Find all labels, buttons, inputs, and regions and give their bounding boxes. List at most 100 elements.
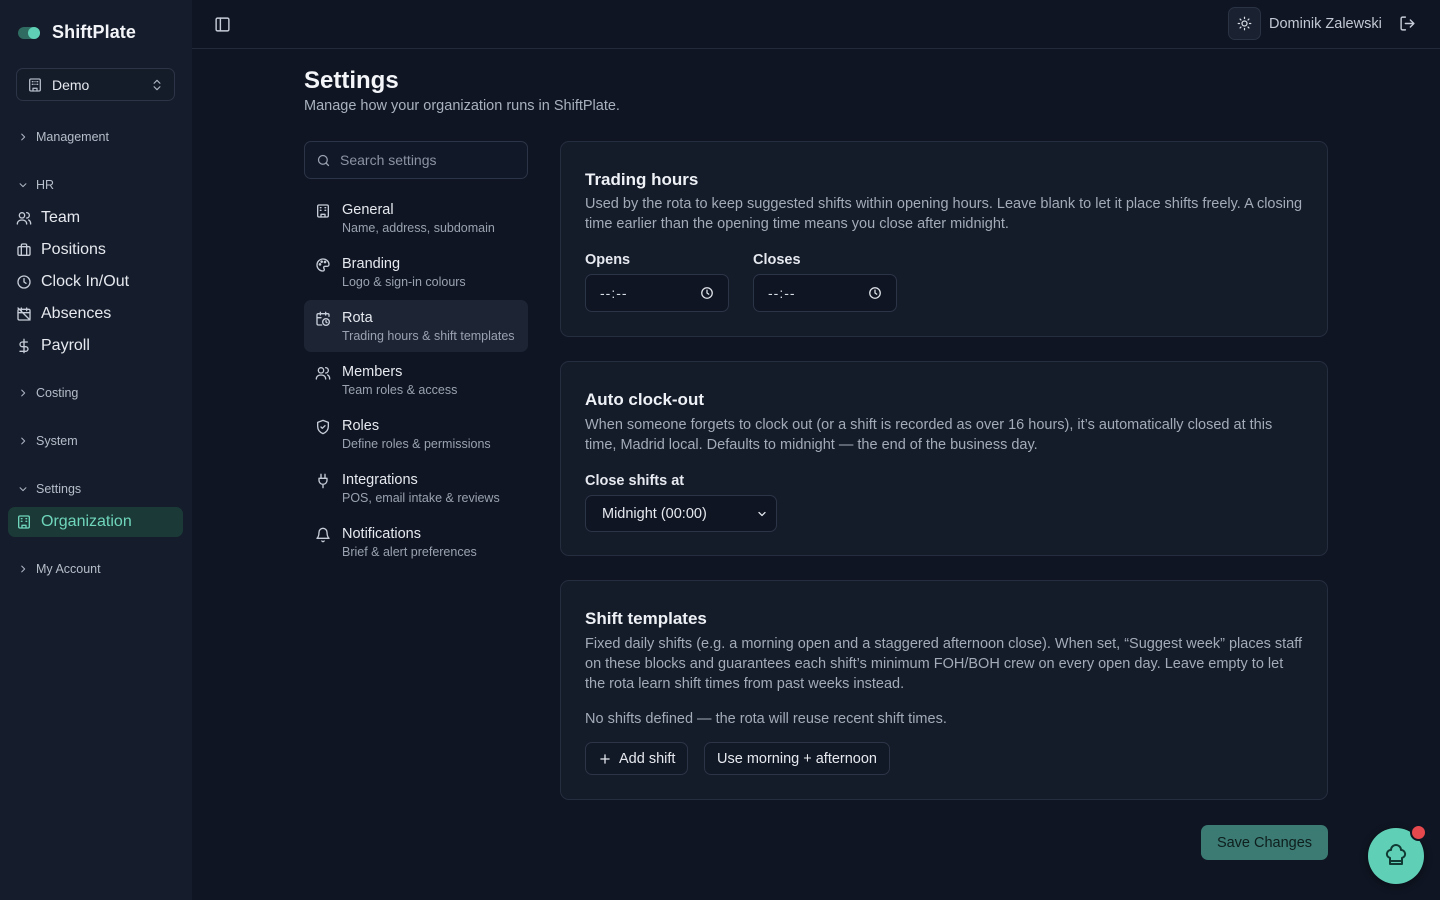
add-shift-label: Add shift <box>619 750 676 767</box>
brand[interactable]: ShiftPlate <box>18 22 136 43</box>
chevron-down-icon <box>18 484 28 494</box>
nav-group-system[interactable]: System <box>18 434 78 448</box>
chevrons-up-down-icon <box>150 78 164 92</box>
trading-hours-card: Trading hours Used by the rota to keep s… <box>560 141 1328 337</box>
users-icon <box>16 210 32 226</box>
calendar-clock-icon <box>315 309 331 352</box>
nav-group-my-account[interactable]: My Account <box>18 562 101 576</box>
theme-toggle-button[interactable] <box>1228 7 1261 40</box>
sidebar-item-absences[interactable]: Absences <box>8 299 183 329</box>
settings-search[interactable] <box>304 141 528 179</box>
close-shifts-value: Midnight (00:00) <box>602 505 707 522</box>
settings-nav-desc: POS, email intake & reviews <box>342 491 500 505</box>
settings-nav-notifications[interactable]: Notifications Brief & alert preferences <box>304 516 528 568</box>
building-icon <box>27 77 43 93</box>
settings-nav-title: Integrations <box>342 472 418 488</box>
sidebar-toggle-icon[interactable] <box>214 16 231 33</box>
settings-nav-branding[interactable]: Branding Logo & sign-in colours <box>304 246 528 298</box>
settings-nav-integrations[interactable]: Integrations POS, email intake & reviews <box>304 462 528 514</box>
card-title: Auto clock-out <box>585 390 704 409</box>
opens-time-input[interactable]: --:-- <box>585 274 729 312</box>
opens-label: Opens <box>585 252 631 268</box>
building-icon <box>315 201 331 244</box>
nav-group-costing[interactable]: Costing <box>18 386 78 400</box>
settings-nav-rota[interactable]: Rota Trading hours & shift templates <box>304 300 528 352</box>
settings-nav-roles[interactable]: Roles Define roles & permissions <box>304 408 528 460</box>
card-description: When someone forgets to clock out (or a … <box>585 417 1273 453</box>
shift-templates-card: Shift templates Fixed daily shifts (e.g.… <box>560 580 1328 800</box>
notification-badge <box>1410 824 1427 841</box>
chevron-right-icon <box>18 564 28 574</box>
nav-group-label: Management <box>36 130 109 144</box>
chevron-right-icon <box>18 388 28 398</box>
settings-nav-title: Roles <box>342 418 380 434</box>
settings-nav-desc: Define roles & permissions <box>342 437 491 451</box>
close-shifts-label: Close shifts at <box>585 473 685 489</box>
settings-nav-title: Branding <box>342 256 401 272</box>
nav-group-label: System <box>36 434 78 448</box>
calendar-off-icon <box>16 306 32 322</box>
sidebar-item-label: Team <box>41 209 81 226</box>
bell-icon <box>315 525 331 568</box>
clock-icon[interactable] <box>700 286 714 300</box>
save-changes-button[interactable]: Save Changes <box>1201 825 1328 860</box>
closes-time-value: --:-- <box>768 285 796 301</box>
sidebar-item-organization[interactable]: Organization <box>8 507 183 537</box>
chevron-down-icon <box>756 508 768 520</box>
logout-icon[interactable] <box>1399 15 1416 32</box>
sidebar-item-label: Positions <box>41 241 106 258</box>
clock-icon <box>16 274 32 290</box>
card-title: Shift templates <box>585 609 707 628</box>
clock-icon[interactable] <box>868 286 882 300</box>
users-icon <box>315 363 331 406</box>
topbar: Dominik Zalewski <box>192 0 1440 49</box>
card-description: Fixed daily shifts (e.g. a morning open … <box>585 636 1303 692</box>
nav-group-hr[interactable]: HR <box>18 178 54 192</box>
search-input[interactable] <box>340 152 510 168</box>
settings-nav-title: Members <box>342 364 403 380</box>
chevron-right-icon <box>18 132 28 142</box>
close-shifts-select[interactable]: Midnight (00:00) <box>585 495 777 532</box>
settings-nav-members[interactable]: Members Team roles & access <box>304 354 528 406</box>
nav-group-settings[interactable]: Settings <box>18 482 81 496</box>
nav-group-management[interactable]: Management <box>18 130 109 144</box>
settings-nav-general[interactable]: General Name, address, subdomain <box>304 192 528 244</box>
search-icon <box>316 153 331 168</box>
settings-nav-desc: Logo & sign-in colours <box>342 275 466 289</box>
user-name[interactable]: Dominik Zalewski <box>1269 16 1382 32</box>
logo-icon <box>18 26 42 40</box>
sidebar-item-label: Clock In/Out <box>41 273 130 290</box>
page-subtitle: Manage how your organization runs in Shi… <box>304 98 620 114</box>
add-shift-button[interactable]: Add shift <box>585 742 689 775</box>
nav-group-label: HR <box>36 178 55 192</box>
plus-icon <box>598 752 612 766</box>
opens-time-value: --:-- <box>600 285 628 301</box>
use-preset-button[interactable]: Use morning + afternoon <box>704 742 890 775</box>
settings-nav-desc: Team roles & access <box>342 383 458 397</box>
sidebar-item-team[interactable]: Team <box>8 203 183 233</box>
building-icon <box>16 514 32 530</box>
sidebar-item-positions[interactable]: Positions <box>8 235 183 265</box>
card-title: Trading hours <box>585 170 699 189</box>
chevron-down-icon <box>18 180 28 190</box>
organization-selector-value: Demo <box>52 76 90 93</box>
closes-time-input[interactable]: --:-- <box>753 274 897 312</box>
settings-nav-desc: Brief & alert preferences <box>342 545 477 559</box>
chevron-right-icon <box>18 436 28 446</box>
sidebar-item-clock-in-out[interactable]: Clock In/Out <box>8 267 183 297</box>
use-preset-label: Use morning + afternoon <box>717 750 877 767</box>
chef-hat-icon <box>1384 844 1408 868</box>
settings-nav-title: General <box>342 202 394 218</box>
card-description: Used by the rota to keep suggested shift… <box>585 196 1303 232</box>
brand-name: ShiftPlate <box>52 22 137 42</box>
sidebar-item-payroll[interactable]: Payroll <box>8 331 183 361</box>
nav-group-label: Costing <box>36 386 79 400</box>
organization-selector[interactable]: Demo <box>16 68 175 101</box>
dollar-icon <box>16 338 32 354</box>
shield-icon <box>315 417 331 460</box>
briefcase-icon <box>16 242 32 258</box>
nav-group-label: My Account <box>36 562 101 576</box>
sidebar: ShiftPlate Demo Management HR Team Posit… <box>0 0 192 900</box>
sidebar-item-label: Payroll <box>41 337 90 354</box>
closes-label: Closes <box>753 252 801 268</box>
